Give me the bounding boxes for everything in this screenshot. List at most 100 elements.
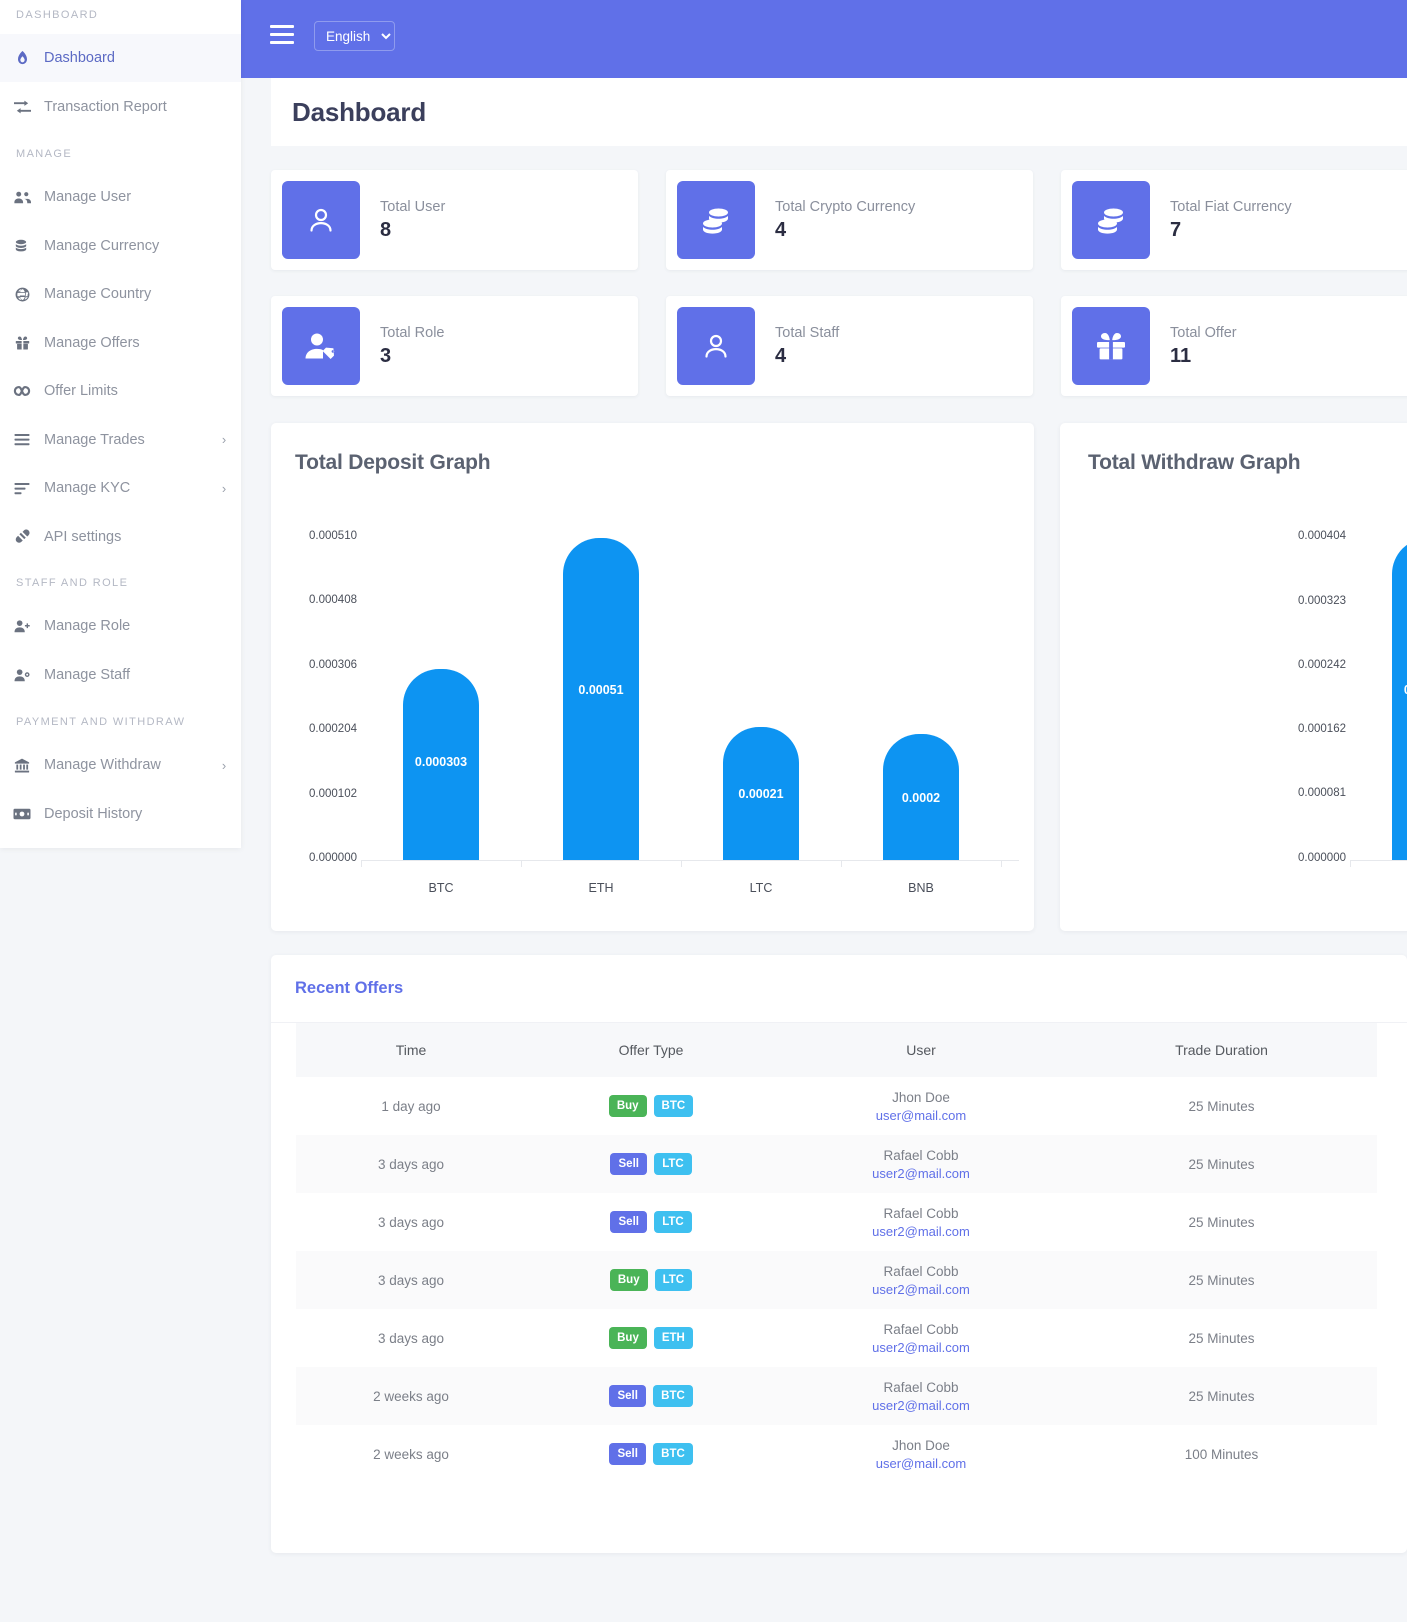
x-axis-category-label: LTC (749, 881, 773, 895)
coin-badge[interactable]: LTC (654, 1152, 692, 1176)
sidebar-item-transaction-report[interactable]: Transaction Report (0, 83, 241, 131)
stat-card-total-user: Total User 8 (271, 170, 638, 270)
y-axis-tick-label: 0.000081 (1298, 787, 1346, 800)
cell-user: Rafael Cobb user2@mail.com (776, 1309, 1066, 1367)
coins-icon (0, 239, 44, 253)
list-icon (0, 433, 44, 446)
sidebar-item-manage-offers[interactable]: Manage Offers (0, 319, 241, 367)
user-name: Rafael Cobb (883, 1263, 959, 1279)
sidebar-item-manage-staff[interactable]: Manage Staff (0, 651, 241, 699)
x-axis-tick (1350, 860, 1351, 867)
column-header-user: User (906, 1042, 936, 1058)
sidebar-item-label: Manage Role (44, 618, 131, 634)
sidebar-section-title-payment-and-withdraw: PAYMENT AND WITHDRAW (16, 716, 186, 728)
sidebar-item-offer-limits[interactable]: Offer Limits (0, 367, 241, 415)
table-row: 2 weeks ago Sell BTC Rafael Cobb user2@m… (296, 1367, 1377, 1425)
offer-type-badge[interactable]: Sell (610, 1152, 648, 1176)
sidebar-item-label: Manage Staff (44, 666, 130, 683)
stat-card-body: Total Crypto Currency 4 (775, 199, 915, 242)
cell-time: 3 days ago (377, 1214, 445, 1230)
y-axis-tick-label: 0.000408 (309, 594, 357, 607)
sidebar-item-deposit-history[interactable]: Deposit History (0, 790, 241, 838)
user-email-link[interactable]: user@mail.com (776, 1108, 1066, 1123)
offer-type-badge[interactable]: Sell (609, 1384, 647, 1408)
stat-card-value: 4 (775, 218, 787, 241)
recent-offers-header: Recent Offers (271, 955, 1407, 1023)
user-plus-icon (0, 619, 44, 633)
x-axis-tick (841, 860, 842, 867)
coin-badge[interactable]: BTC (653, 1442, 693, 1466)
cell-time: 2 weeks ago (373, 1388, 449, 1404)
table-row: 3 days ago Sell LTC Rafael Cobb user2@ma… (296, 1135, 1377, 1193)
cell-time: 3 days ago (377, 1330, 445, 1346)
language-select[interactable]: English (314, 21, 395, 51)
stat-card-label: Total Crypto Currency (775, 198, 916, 215)
coin-badge[interactable]: LTC (654, 1210, 692, 1234)
recent-offers-panel: Recent Offers Time Offer Type User Trade Du… (271, 955, 1407, 1553)
coin-badge[interactable]: BTC (653, 1384, 693, 1408)
user-email-link[interactable]: user2@mail.com (776, 1224, 1066, 1239)
cell-user: Jhon Doe user@mail.com (776, 1077, 1066, 1135)
stat-card-body: Total Role 3 (380, 325, 444, 368)
total-withdraw-graph-panel: Total Withdraw Graph 0.000000 0.000081 0.0… (1060, 423, 1407, 931)
sidebar-item-manage-country[interactable]: Manage Country (0, 270, 241, 318)
sidebar-section-title-manage: MANAGE (16, 148, 73, 160)
cell-time: 3 days ago (377, 1156, 445, 1172)
column-header-offer-type: Offer Type (618, 1042, 684, 1058)
sidebar-item-manage-trades[interactable]: Manage Trades › (0, 416, 241, 464)
cell-trade-duration: 25 Minutes (1188, 1330, 1255, 1346)
sidebar-item-dashboard[interactable]: Dashboard (0, 34, 241, 82)
sidebar-item-api-settings[interactable]: API settings (0, 513, 241, 561)
stat-card-label: Total Offer (1170, 324, 1237, 341)
offer-type-badge[interactable]: Buy (608, 1094, 647, 1118)
user-name: Rafael Cobb (883, 1205, 959, 1221)
x-axis-tick (1001, 860, 1002, 867)
offer-type-badge[interactable]: Sell (609, 1442, 647, 1466)
offer-type-badge[interactable]: Buy (609, 1268, 648, 1292)
x-axis-tick (361, 860, 362, 867)
stat-card-body: Total Fiat Currency 7 (1170, 199, 1292, 242)
user-email-link[interactable]: user2@mail.com (776, 1282, 1066, 1297)
sidebar-item-manage-kyc[interactable]: Manage KYC › (0, 464, 241, 512)
offer-type-badges: Buy ETH (526, 1326, 776, 1350)
y-axis-tick-label: 0.000306 (309, 658, 357, 671)
sidebar-item-manage-user[interactable]: Manage User (0, 173, 241, 221)
sidebar-section-title-dashboard: DASHBOARD (16, 9, 99, 21)
offer-type-badge[interactable]: Buy (609, 1326, 647, 1350)
sidebar-item-manage-withdraw[interactable]: Manage Withdraw › (0, 741, 241, 789)
flame-icon (0, 50, 44, 66)
user-email-link[interactable]: user2@mail.com (776, 1166, 1066, 1181)
stat-card-total-role: Total Role 3 (271, 296, 638, 396)
table-row: 2 weeks ago Sell BTC Jhon Doe user@mail.… (296, 1425, 1377, 1483)
user-email-link[interactable]: user2@mail.com (776, 1340, 1066, 1355)
cell-time: 3 days ago (377, 1272, 445, 1288)
list-alt-icon (0, 482, 44, 495)
x-axis-tick (681, 860, 682, 867)
sidebar-item-manage-currency[interactable]: Manage Currency (0, 222, 241, 270)
sidebar-item-label: API settings (44, 528, 122, 545)
coin-badge[interactable]: LTC (654, 1268, 693, 1292)
y-axis-tick-label: 0.000000 (1298, 852, 1346, 864)
coin-badge[interactable]: ETH (653, 1326, 693, 1350)
user-email-link[interactable]: user@mail.com (776, 1456, 1066, 1471)
recent-offers-table: Time Offer Type User Trade Duration 1 day a… (296, 1023, 1377, 1483)
y-axis-tick-label: 0.000404 (1298, 530, 1346, 542)
sidebar-item-manage-role[interactable]: Manage Role (0, 602, 241, 650)
user-email-link[interactable]: user2@mail.com (776, 1398, 1066, 1413)
user-tag-icon (282, 307, 360, 385)
sidebar: DASHBOARD Dashboard Transaction Report M… (0, 0, 241, 848)
cell-time: 2 weeks ago (373, 1446, 449, 1462)
stat-card-body: Total Offer 11 (1170, 325, 1237, 368)
cell-offer-type: Buy BTC (526, 1077, 776, 1135)
y-axis-tick-label: 0.000162 (1298, 722, 1346, 735)
stat-card-total-offer: Total Offer 11 (1061, 296, 1407, 396)
coin-badge[interactable]: BTC (653, 1094, 694, 1118)
table-row: 1 day ago Buy BTC Jhon Doe user@mail.com… (296, 1077, 1377, 1135)
column-header-time: Time (395, 1042, 427, 1058)
sidebar-item-label: Offer Limits (44, 383, 118, 399)
table-head: Time Offer Type User Trade Duration (296, 1023, 1377, 1077)
offer-type-badge[interactable]: Sell (610, 1210, 648, 1234)
table-header-row: Time Offer Type User Trade Duration (296, 1023, 1377, 1077)
cell-offer-type: Sell LTC (526, 1193, 776, 1251)
hamburger-menu-icon[interactable] (270, 24, 294, 44)
